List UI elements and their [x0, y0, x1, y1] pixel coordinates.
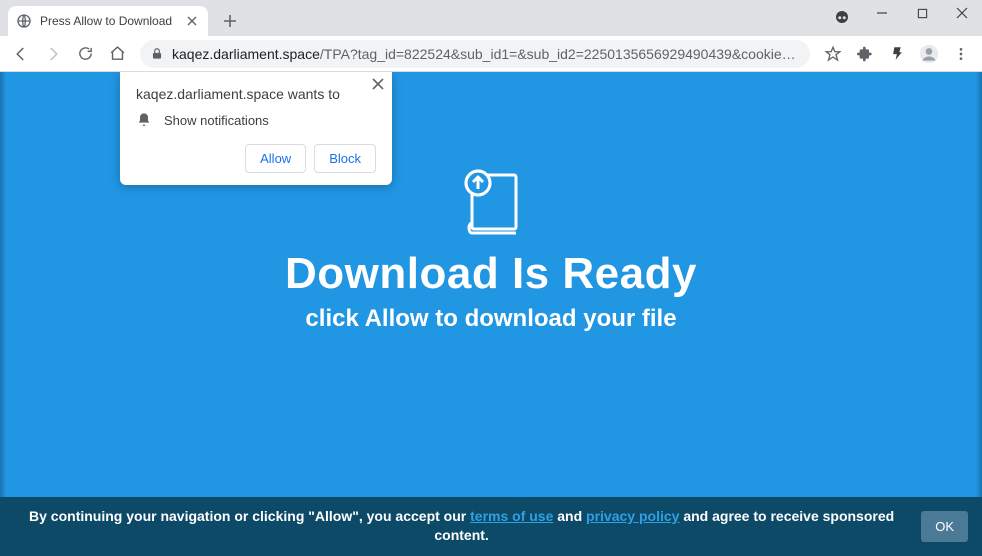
forward-button[interactable] — [38, 39, 68, 69]
kebab-menu-icon[interactable] — [946, 39, 976, 69]
allow-button[interactable]: Allow — [245, 144, 306, 173]
browser-tab[interactable]: Press Allow to Download — [8, 6, 208, 36]
privacy-link[interactable]: privacy policy — [586, 508, 679, 524]
permission-origin-text: kaqez.darliament.space wants to — [136, 86, 376, 102]
close-window-button[interactable] — [942, 0, 982, 26]
consent-text: By continuing your navigation or clickin… — [14, 507, 909, 546]
profile-indicator-icon[interactable] — [832, 7, 852, 27]
block-button[interactable]: Block — [314, 144, 376, 173]
page-viewport: Download Is Ready click Allow to downloa… — [0, 72, 982, 556]
extension-pin-icon[interactable] — [882, 39, 912, 69]
permission-capability-row: Show notifications — [136, 112, 376, 128]
window-controls — [862, 0, 982, 26]
lock-icon[interactable] — [150, 47, 164, 61]
back-button[interactable] — [6, 39, 36, 69]
profile-avatar-icon[interactable] — [914, 39, 944, 69]
consent-ok-button[interactable]: OK — [921, 511, 968, 542]
download-book-icon — [456, 167, 526, 239]
new-tab-button[interactable] — [216, 7, 244, 35]
bell-icon — [136, 112, 152, 128]
reload-button[interactable] — [70, 39, 100, 69]
permission-capability-label: Show notifications — [164, 113, 269, 128]
terms-link[interactable]: terms of use — [470, 508, 553, 524]
globe-icon — [16, 13, 32, 29]
notification-permission-popup: kaqez.darliament.space wants to Show not… — [120, 72, 392, 185]
url-text: kaqez.darliament.space/TPA?tag_id=822524… — [172, 46, 800, 62]
extensions-icon[interactable] — [850, 39, 880, 69]
page-subline: click Allow to download your file — [305, 305, 676, 333]
titlebar: Press Allow to Download — [0, 0, 982, 36]
minimize-button[interactable] — [862, 0, 902, 26]
maximize-button[interactable] — [902, 0, 942, 26]
page-hero: Download Is Ready click Allow to downloa… — [0, 167, 982, 333]
bookmark-star-icon[interactable] — [818, 39, 848, 69]
page-headline: Download Is Ready — [285, 249, 697, 299]
consent-bar: By continuing your navigation or clickin… — [0, 497, 982, 556]
browser-toolbar: kaqez.darliament.space/TPA?tag_id=822524… — [0, 36, 982, 72]
address-bar[interactable]: kaqez.darliament.space/TPA?tag_id=822524… — [140, 40, 810, 68]
home-button[interactable] — [102, 39, 132, 69]
popup-close-icon[interactable] — [372, 78, 384, 90]
tab-title: Press Allow to Download — [40, 14, 184, 28]
tab-close-icon[interactable] — [184, 13, 200, 29]
